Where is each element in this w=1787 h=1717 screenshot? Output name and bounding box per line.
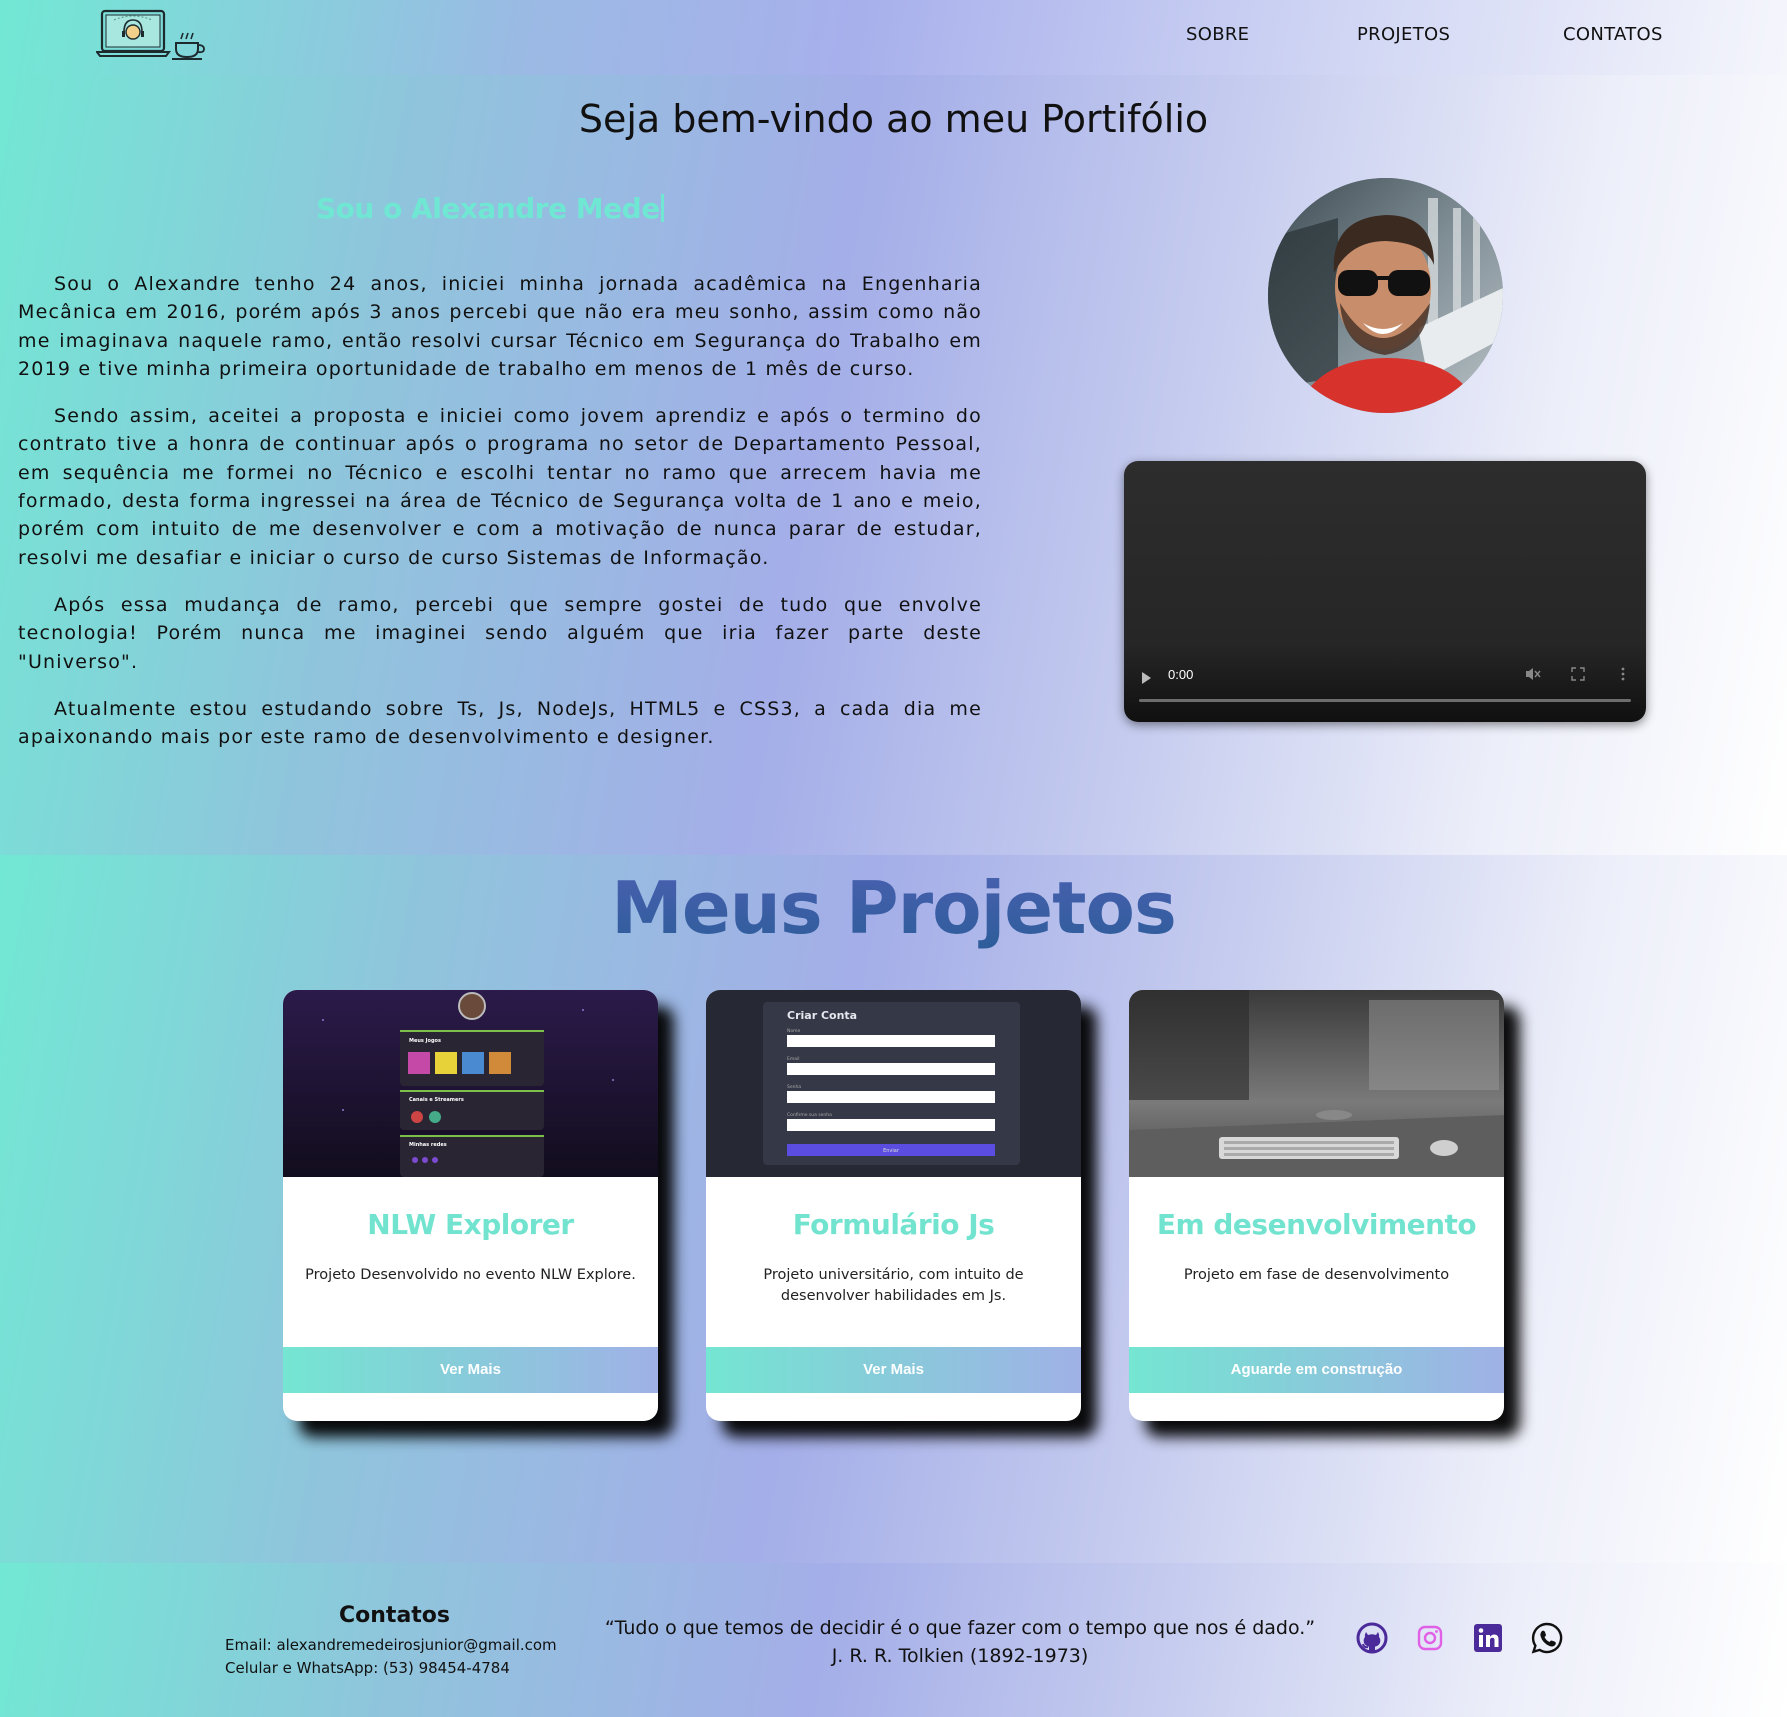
bio-paragraph: Atualmente estou estudando sobre Ts, Js,… (18, 697, 982, 749)
form-field-label: Confirme sua senha (787, 1112, 832, 1118)
project-title: Formulário Js (792, 1208, 995, 1241)
nav-sobre-link[interactable]: SOBRE (1186, 24, 1249, 45)
github-icon[interactable] (1355, 1621, 1389, 1655)
nlw-section-label: Canais e Streamers (409, 1097, 464, 1103)
footer-phone: Celular e WhatsApp: (53) 98454-4784 (225, 1659, 510, 1677)
form-field-label: Nome (787, 1028, 801, 1034)
project-description: Projeto Desenvolvido no evento NLW Explo… (305, 1267, 636, 1283)
whatsapp-icon[interactable] (1530, 1621, 1564, 1655)
project-card-em-desenvolvimento: Em desenvolvimento Projeto em fase de de… (1129, 990, 1504, 1421)
project-card-nlw: Meus Jogos Canais e Streamers Minhas red… (283, 990, 658, 1421)
aguarde-button[interactable]: Aguarde em construção (1129, 1347, 1504, 1393)
project-card-formulario: Criar Conta Nome Email Senha Confirme su… (706, 990, 1081, 1421)
typing-text: Sou o Alexandre Mede (316, 192, 660, 225)
footer-quote: “Tudo o que temos de decidir é o que faz… (600, 1614, 1320, 1670)
project-description: Projeto em fase de desenvolvimento (1183, 1267, 1450, 1283)
ver-mais-button[interactable]: Ver Mais (706, 1347, 1081, 1393)
project-thumbnail: Meus Jogos Canais e Streamers Minhas red… (283, 990, 658, 1177)
nav-contatos-link[interactable]: CONTATOS (1563, 24, 1663, 45)
fullscreen-icon[interactable] (1569, 665, 1587, 683)
quote-text: “Tudo o que temos de decidir é o que faz… (604, 1617, 1316, 1639)
profile-photo (1268, 178, 1503, 413)
laptop-coffee-logo-icon[interactable] (96, 8, 206, 62)
bio-paragraph: Sou o Alexandre tenho 24 anos, iniciei m… (18, 273, 982, 380)
bio-paragraph: Após essa mudança de ramo, percebi que s… (18, 593, 982, 673)
more-options-icon[interactable] (1614, 665, 1632, 683)
ver-mais-button[interactable]: Ver Mais (283, 1347, 658, 1393)
profile-avatar (1268, 178, 1503, 413)
quote-author: J. R. R. Tolkien (1892-1973) (831, 1645, 1089, 1667)
typing-headline: Sou o Alexandre Mede (316, 192, 664, 225)
play-icon[interactable] (1142, 672, 1151, 684)
project-title: NLW Explorer (367, 1208, 574, 1241)
form-submit-label: Enviar (883, 1148, 900, 1154)
linkedin-icon[interactable] (1471, 1621, 1505, 1655)
bio-paragraph: Sendo assim, aceitei a proposta e inicie… (18, 405, 982, 569)
instagram-icon[interactable] (1413, 1621, 1447, 1655)
video-time: 0:00 (1168, 667, 1194, 682)
form-field-label: Email (787, 1056, 800, 1062)
footer-email: Email: alexandremedeirosjunior@gmail.com (225, 1636, 557, 1654)
site-header: SOBRE PROJETOS CONTATOS (0, 0, 1787, 75)
project-thumbnail (1129, 990, 1504, 1177)
form-heading: Criar Conta (787, 1009, 857, 1022)
projects-section-title: Meus Projetos (0, 866, 1787, 950)
muted-volume-icon[interactable] (1524, 665, 1542, 683)
welcome-title: Seja bem-vindo ao meu Portifólio (578, 97, 1209, 141)
project-title: Em desenvolvimento (1156, 1208, 1477, 1241)
nav-projetos-link[interactable]: PROJETOS (1357, 24, 1450, 45)
nlw-section-label: Minhas redes (409, 1142, 447, 1148)
project-thumbnail: Criar Conta Nome Email Senha Confirme su… (706, 990, 1081, 1177)
video-progress-bar[interactable] (1139, 699, 1631, 702)
nlw-section-label: Meus Jogos (409, 1038, 441, 1044)
about-bio: Sou o Alexandre tenho 24 anos, iniciei m… (18, 270, 982, 770)
footer-contacts-title: Contatos (339, 1603, 451, 1628)
typing-caret (660, 194, 664, 222)
project-description: Projeto universitário, com intuito de de… (763, 1267, 1024, 1304)
video-player[interactable]: 0:00 (1124, 461, 1646, 722)
form-field-label: Senha (787, 1084, 801, 1090)
